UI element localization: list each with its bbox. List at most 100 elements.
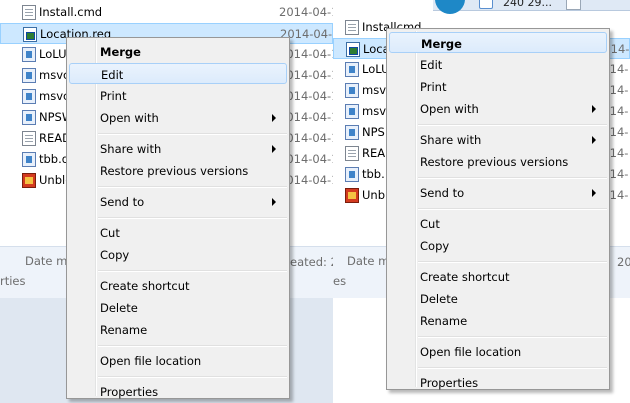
app-red-icon: [345, 188, 359, 203]
file-name: tbb.d: [39, 152, 70, 166]
menu-item-restore-previous-versions[interactable]: Restore previous versions: [389, 151, 607, 172]
menu-separator: [418, 336, 607, 338]
submenu-arrow-icon: [272, 145, 276, 153]
taskbar-text[interactable]: 240 29...: [503, 0, 552, 9]
menu-item-cut[interactable]: Cut: [69, 222, 287, 243]
cmd-file-icon: [22, 5, 36, 20]
menu-separator: [98, 133, 287, 135]
menu-item-label: Cut: [100, 226, 120, 240]
submenu-arrow-icon: [592, 189, 596, 197]
date-created-label: 20: [617, 255, 630, 269]
taskbar-app-icon[interactable]: [479, 0, 493, 9]
menu-item-open-file-location[interactable]: Open file location: [69, 350, 287, 371]
start-orb-icon[interactable]: [435, 0, 465, 14]
menu-item-rename[interactable]: Rename: [389, 310, 607, 331]
menu-item-label: Send to: [100, 195, 145, 209]
menu-item-label: Create shortcut: [420, 270, 510, 284]
taskbar-box-icon[interactable]: [566, 0, 581, 10]
menu-item-delete[interactable]: Delete: [69, 297, 287, 318]
menu-separator: [418, 367, 607, 369]
menu-item-print[interactable]: Print: [69, 85, 287, 106]
file-name: REA: [362, 146, 386, 160]
menu-item-restore-previous-versions[interactable]: Restore previous versions: [69, 160, 287, 181]
file-row[interactable]: Install.cmd 2014-04-18: [0, 2, 333, 23]
menu-item-label: Open file location: [100, 354, 202, 368]
menu-item-send-to[interactable]: Send to: [389, 182, 607, 203]
menu-separator: [418, 177, 607, 179]
dll-file-icon: [345, 104, 359, 119]
menu-item-cut[interactable]: Cut: [389, 213, 607, 234]
app-red-icon: [22, 173, 36, 188]
menu-item-delete[interactable]: Delete: [389, 288, 607, 309]
file-name: msv: [362, 83, 386, 97]
menu-separator: [418, 261, 607, 263]
menu-item-share-with[interactable]: Share with: [389, 129, 607, 150]
dll-file-icon: [22, 110, 36, 125]
menu-item-label: Edit: [420, 58, 443, 72]
menu-item-open-file-location[interactable]: Open file location: [389, 341, 607, 362]
menu-item-edit[interactable]: Edit: [389, 54, 607, 75]
menu-item-copy[interactable]: Copy: [389, 235, 607, 256]
file-name: Install.cmd: [39, 5, 103, 19]
file-name: msvc: [39, 89, 70, 103]
menu-item-merge[interactable]: Merge: [69, 41, 287, 62]
menu-item-share-with[interactable]: Share with: [69, 138, 287, 159]
menu-item-send-to[interactable]: Send to: [69, 191, 287, 212]
dll-file-icon: [345, 83, 359, 98]
menu-item-label: Delete: [420, 292, 458, 306]
menu-item-label: Rename: [100, 323, 148, 337]
menu-separator: [98, 345, 287, 347]
menu-item-label: Properties: [100, 385, 159, 399]
menu-item-open-with[interactable]: Open with: [389, 98, 607, 119]
submenu-arrow-icon: [592, 136, 596, 144]
menu-item-label: Merge: [100, 45, 141, 59]
menu-item-properties[interactable]: Properties: [69, 381, 287, 402]
submenu-arrow-icon: [272, 198, 276, 206]
file-name: tbb.: [362, 167, 385, 181]
text-file-icon: [345, 146, 359, 161]
explorer-pane-right: 240 29... Installcmd Locati 2014- LoLU 2014-…: [333, 0, 630, 403]
explorer-pane-left: Install.cmd2014-04-18Location.reg2014-04…: [0, 0, 333, 403]
menu-item-open-with[interactable]: Open with: [69, 107, 287, 128]
menu-item-label: Merge: [421, 37, 462, 51]
context-menu: Merge Edit Print Open with Share with Restore…: [386, 28, 610, 390]
menu-item-create-shortcut[interactable]: Create shortcut: [389, 266, 607, 287]
menu-item-rename[interactable]: Rename: [69, 319, 287, 340]
menu-item-copy[interactable]: Copy: [69, 244, 287, 265]
exe-file-icon: [345, 62, 359, 77]
menu-item-label: Send to: [420, 186, 465, 200]
menu-item-edit[interactable]: Edit: [69, 63, 287, 84]
menu-item-print[interactable]: Print: [389, 76, 607, 97]
menu-item-label: Open with: [100, 111, 159, 125]
file-name: msv: [362, 104, 386, 118]
dll-file-icon: [345, 167, 359, 182]
menu-item-label: Rename: [420, 314, 468, 328]
menu-item-label: Print: [100, 89, 127, 103]
menu-separator: [98, 270, 287, 272]
menu-item-label: Share with: [420, 133, 482, 147]
menu-separator: [418, 124, 607, 126]
menu-item-label: Print: [420, 80, 447, 94]
file-name: NPS: [362, 125, 385, 139]
submenu-arrow-icon: [592, 105, 596, 113]
menu-separator: [418, 208, 607, 210]
date-created-label: eated: 201: [290, 255, 333, 269]
menu-item-label: Delete: [100, 301, 138, 315]
file-name: msvc: [39, 68, 70, 82]
dll-file-icon: [22, 89, 36, 104]
menu-item-label: Copy: [420, 239, 450, 253]
menu-item-create-shortcut[interactable]: Create shortcut: [69, 275, 287, 296]
dll-file-icon: [345, 125, 359, 140]
menu-item-merge[interactable]: Merge: [389, 32, 607, 53]
menu-separator: [98, 186, 287, 188]
dll-file-icon: [22, 68, 36, 83]
menu-item-label: Restore previous versions: [420, 155, 569, 169]
menu-item-label: Open with: [420, 102, 479, 116]
reg-file-icon: [23, 27, 37, 42]
menu-separator: [98, 376, 287, 378]
context-menu: Merge Edit Print Open with Share with Restore…: [66, 37, 290, 399]
menu-item-label: Share with: [100, 142, 162, 156]
menu-item-label: Open file location: [420, 345, 522, 359]
menu-item-label: Properties: [420, 376, 479, 390]
menu-item-properties[interactable]: Properties: [389, 372, 607, 393]
